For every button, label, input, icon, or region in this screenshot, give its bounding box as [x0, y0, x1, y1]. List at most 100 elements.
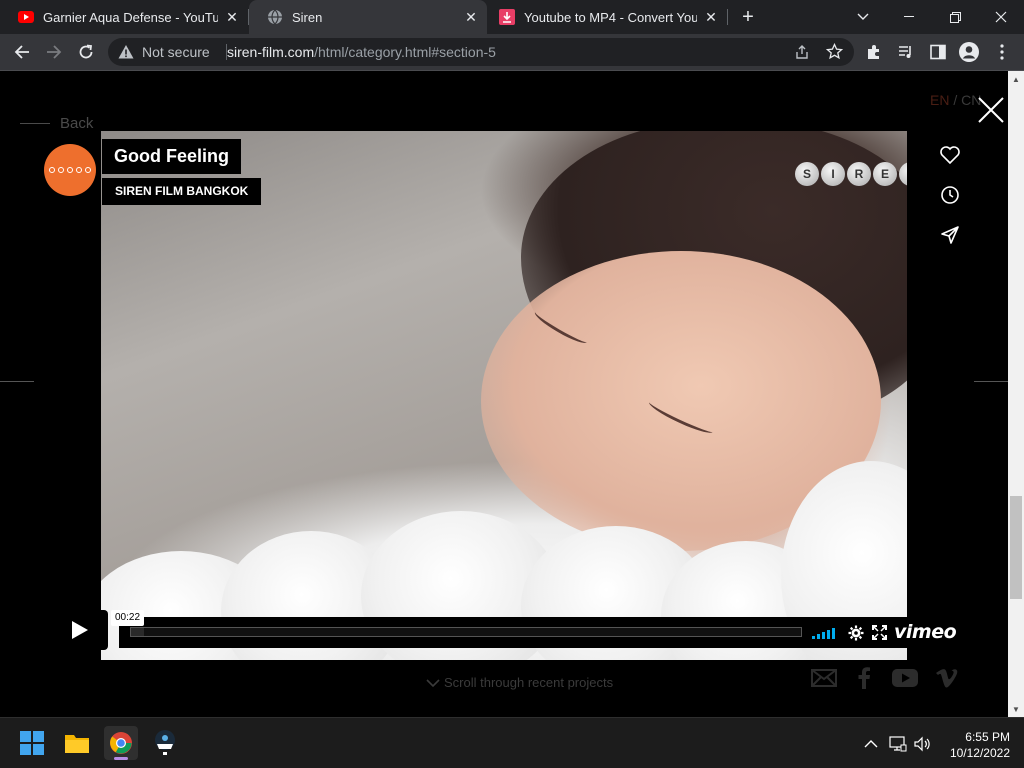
- reload-icon: [79, 44, 93, 59]
- volume-icon[interactable]: [914, 736, 932, 752]
- new-tab-button[interactable]: +: [738, 7, 758, 27]
- arrow-right-icon: [47, 45, 62, 59]
- chrome-taskbar-button[interactable]: [104, 726, 138, 760]
- side-panel-icon: [930, 44, 946, 60]
- language-switch: EN / CN: [930, 92, 981, 108]
- chevron-up-icon[interactable]: [862, 736, 880, 752]
- current-time: 00:22: [111, 610, 145, 626]
- clock-date: 10/12/2022: [949, 746, 1010, 760]
- chevron-down-icon: [426, 678, 440, 687]
- video-title[interactable]: Good Feeling: [102, 139, 241, 174]
- scroll-down-icon[interactable]: ▼: [1012, 706, 1020, 714]
- arrow-left-icon: [14, 45, 29, 59]
- play-button[interactable]: [52, 610, 108, 650]
- video-player[interactable]: S I R E N: [101, 131, 907, 660]
- windows-taskbar: 6:55 PM 10/12/2022: [0, 717, 1024, 768]
- back-line: [20, 123, 50, 124]
- tab-youtube-to-mp4[interactable]: Youtube to MP4 - Convert Youtu ✕: [487, 0, 727, 34]
- folder-icon: [65, 735, 89, 753]
- url-path: /html/category.html#section-5: [314, 44, 496, 60]
- player-controls: vimeo: [119, 617, 957, 648]
- siren-watermark: S I R E N: [795, 162, 907, 186]
- close-tab-icon[interactable]: ✕: [703, 9, 719, 25]
- windows-logo-icon: [20, 731, 44, 755]
- facebook-icon[interactable]: [850, 665, 878, 691]
- clock-time: 6:55 PM: [965, 730, 1010, 744]
- close-window-button[interactable]: [978, 0, 1024, 34]
- youtube-icon: [18, 11, 34, 23]
- channel-avatar[interactable]: [44, 144, 96, 196]
- url-text[interactable]: siren-film.com/html/category.html#sectio…: [227, 44, 496, 60]
- share-icon[interactable]: [794, 44, 810, 60]
- back-button[interactable]: [10, 40, 34, 64]
- back-link[interactable]: Back: [20, 115, 93, 132]
- minimize-icon: [904, 16, 914, 17]
- playlist-icon: [899, 46, 911, 58]
- more-vert-icon: [1000, 44, 1004, 60]
- fullscreen-icon[interactable]: [872, 625, 887, 640]
- seek-bar[interactable]: [130, 627, 802, 637]
- gear-icon[interactable]: [848, 625, 864, 641]
- tab-youtube[interactable]: Garnier Aqua Defense - YouTube ✕: [0, 0, 248, 34]
- restore-button[interactable]: [932, 0, 978, 34]
- network-icon[interactable]: [889, 736, 907, 752]
- chrome-icon: [110, 732, 132, 754]
- lang-en[interactable]: EN: [930, 92, 949, 108]
- tab-title: Siren: [292, 9, 323, 25]
- tab-title: Garnier Aqua Defense - YouTube: [43, 9, 218, 25]
- video-byline[interactable]: SIREN FILM BANGKOK: [102, 178, 262, 205]
- volume-control[interactable]: [812, 628, 835, 639]
- youtube-icon[interactable]: [891, 665, 919, 691]
- logo-letter: N: [899, 162, 907, 186]
- logo-letter: S: [795, 162, 819, 186]
- app-taskbar-button[interactable]: [148, 726, 182, 760]
- clock-icon[interactable]: [939, 184, 961, 206]
- page-scrollbar[interactable]: ▲ ▼: [1008, 71, 1024, 717]
- side-panel-button[interactable]: [926, 40, 950, 64]
- tab-title: Youtube to MP4 - Convert Youtu: [524, 9, 697, 25]
- send-icon[interactable]: [939, 224, 961, 246]
- tab-divider: [727, 9, 728, 25]
- close-tab-icon[interactable]: ✕: [463, 9, 479, 25]
- mail-icon[interactable]: [810, 665, 838, 691]
- scroll-up-icon[interactable]: ▲: [1012, 76, 1020, 84]
- menu-button[interactable]: [990, 40, 1014, 64]
- close-icon: [995, 11, 1007, 23]
- next-project-line[interactable]: [974, 381, 1008, 382]
- start-button[interactable]: [15, 726, 49, 760]
- security-status[interactable]: Not secure: [142, 44, 210, 60]
- lang-separator: /: [949, 92, 962, 108]
- browser-toolbar: Not secure siren-film.com/html/category.…: [0, 34, 1024, 71]
- prev-project-line[interactable]: [0, 381, 34, 382]
- app-icon: [155, 730, 175, 755]
- tab-search-button[interactable]: [840, 0, 886, 34]
- scroll-hint[interactable]: Scroll through recent projects: [426, 675, 613, 690]
- tab-siren[interactable]: Siren ✕: [249, 0, 487, 34]
- heart-icon[interactable]: [939, 144, 961, 166]
- close-tab-icon[interactable]: ✕: [224, 9, 240, 25]
- download-icon: [499, 9, 515, 25]
- file-explorer-button[interactable]: [60, 726, 94, 760]
- close-icon[interactable]: [976, 95, 1006, 125]
- vimeo-logo[interactable]: vimeo: [894, 621, 957, 643]
- minimize-button[interactable]: [886, 0, 932, 34]
- page-content: Back EN / CN S I R E N Good Feeling SIRE…: [0, 71, 1008, 717]
- warning-icon[interactable]: [118, 44, 134, 60]
- star-icon[interactable]: [826, 43, 843, 60]
- reload-button[interactable]: [74, 40, 98, 64]
- system-clock[interactable]: 6:55 PM 10/12/2022: [944, 729, 1010, 761]
- scroll-hint-label: Scroll through recent projects: [444, 675, 614, 690]
- forward-button[interactable]: [42, 40, 66, 64]
- logo-letter: R: [847, 162, 871, 186]
- media-control-button[interactable]: [894, 40, 918, 64]
- extensions-button[interactable]: [862, 40, 886, 64]
- vimeo-icon[interactable]: [933, 665, 961, 691]
- profile-button[interactable]: [957, 40, 981, 64]
- back-label: Back: [60, 115, 94, 132]
- scrollbar-thumb[interactable]: [1010, 496, 1022, 599]
- address-bar[interactable]: Not secure siren-film.com/html/category.…: [108, 38, 854, 66]
- globe-icon: [268, 9, 282, 25]
- active-indicator: [114, 757, 128, 760]
- tab-strip: Garnier Aqua Defense - YouTube ✕ Siren ✕…: [0, 0, 1024, 34]
- seek-bar-fill: [131, 628, 145, 636]
